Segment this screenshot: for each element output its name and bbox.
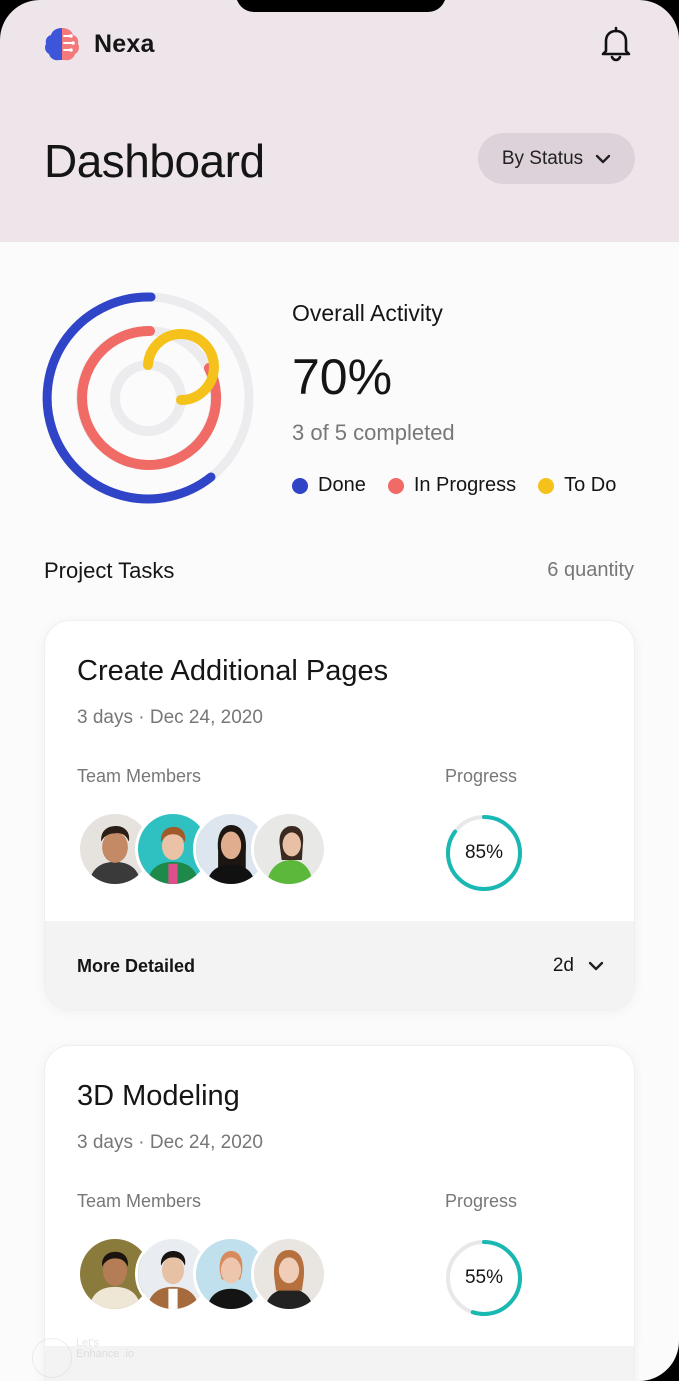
watermark-logo xyxy=(32,1338,72,1378)
task-meta: 3 days · Dec 24, 2020 xyxy=(77,707,263,728)
chevron-down-icon xyxy=(588,961,604,971)
chevron-down-icon xyxy=(595,154,611,163)
progress-value: 55% xyxy=(464,1267,504,1288)
project-tasks-heading: Project Tasks xyxy=(44,558,175,583)
progress-value: 85% xyxy=(464,842,504,863)
progress-ring: 55% xyxy=(444,1238,524,1318)
task-title: 3D Modeling xyxy=(77,1080,240,1112)
task-card[interactable]: 3D Modeling 3 days · Dec 24, 2020 Team M… xyxy=(44,1045,635,1381)
legend-done: Done xyxy=(292,474,366,497)
progress-label: Progress xyxy=(445,1191,518,1211)
legend-in-progress: In Progress xyxy=(387,474,517,497)
team-avatars xyxy=(77,811,327,887)
overall-activity-subtitle: 3 of 5 completed xyxy=(292,420,455,445)
watermark-text: Let's Enhance .io xyxy=(76,1337,135,1360)
app-screen: Nexa Dashboard By Status Overall Activit… xyxy=(0,0,679,1381)
ring-track-inner xyxy=(110,360,186,436)
task-meta: 3 days · Dec 24, 2020 xyxy=(77,1132,263,1153)
page-title: Dashboard xyxy=(44,135,265,187)
phone-notch xyxy=(236,0,446,12)
watermark: Let's Enhance .io xyxy=(32,1334,142,1380)
in-progress-dot-icon xyxy=(387,477,404,494)
brain-logo-icon xyxy=(45,28,79,61)
team-members-label: Team Members xyxy=(77,1191,202,1211)
to-do-dot-icon xyxy=(538,477,555,494)
task-title: Create Additional Pages xyxy=(77,655,389,687)
progress-label: Progress xyxy=(445,766,518,786)
legend-label: Done xyxy=(318,474,366,496)
task-card[interactable]: Create Additional Pages 3 days · Dec 24,… xyxy=(44,620,635,1010)
overall-activity-label: Overall Activity xyxy=(292,300,443,326)
due-value: 2d xyxy=(552,955,574,976)
status-filter-dropdown[interactable]: By Status xyxy=(478,133,635,184)
card-footer: More Detailed 2d xyxy=(45,921,634,1009)
due-dropdown[interactable]: 2d xyxy=(553,955,604,977)
done-dot-icon xyxy=(292,477,308,494)
team-members-label: Team Members xyxy=(77,766,202,786)
legend-label: To Do xyxy=(564,474,617,496)
legend-to-do: To Do xyxy=(538,474,616,497)
status-filter-label: By Status xyxy=(501,147,584,169)
app-name: Nexa xyxy=(94,29,155,58)
activity-ring-chart xyxy=(42,292,254,504)
more-detailed-link[interactable]: More Detailed xyxy=(77,956,195,977)
overall-activity-percent: 70% xyxy=(292,349,393,405)
bell-icon[interactable] xyxy=(598,24,634,62)
legend-label: In Progress xyxy=(413,474,517,496)
team-avatars xyxy=(77,1236,327,1312)
app-logo[interactable]: Nexa xyxy=(42,24,155,64)
project-tasks-count: 6 quantity xyxy=(547,559,634,581)
avatar[interactable] xyxy=(251,811,327,887)
activity-legend: Done In Progress To Do xyxy=(292,474,616,497)
avatar[interactable] xyxy=(251,1236,327,1312)
progress-ring: 85% xyxy=(444,813,524,893)
